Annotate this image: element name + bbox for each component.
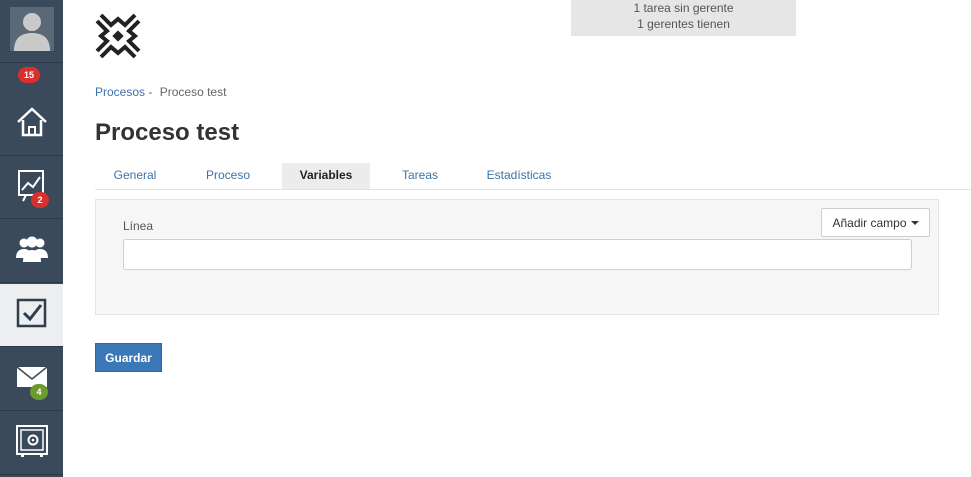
notice-line-1: 1 tarea sin gerente xyxy=(633,1,734,15)
save-button[interactable]: Guardar xyxy=(95,343,162,372)
reports-badge: 2 xyxy=(31,192,49,208)
tab-variables[interactable]: Variables xyxy=(282,163,370,189)
variables-panel: Añadir campo Línea xyxy=(95,199,939,315)
tab-general[interactable]: General xyxy=(95,163,175,189)
sidebar-item-messages[interactable]: 4 xyxy=(0,348,63,411)
notification-badge: 15 xyxy=(18,67,41,83)
tab-bar: General Proceso Variables Tareas Estadís… xyxy=(95,163,971,190)
unassigned-tasks-notice: 1 tarea sin gerente 1 gerentes tienen xyxy=(571,0,796,36)
checkbox-icon xyxy=(15,296,49,335)
safe-icon xyxy=(15,424,49,463)
tab-estadisticas[interactable]: Estadísticas xyxy=(475,163,563,189)
breadcrumb-current: Proceso test xyxy=(159,85,227,99)
breadcrumb-separator: - xyxy=(148,85,153,99)
chevron-down-icon xyxy=(910,220,919,225)
home-icon xyxy=(15,105,49,144)
users-icon xyxy=(15,234,49,269)
sidebar-item-reports[interactable]: 2 xyxy=(0,156,63,219)
add-field-label: Añadir campo xyxy=(832,215,907,230)
sidebar-item-groups[interactable] xyxy=(0,220,63,283)
notice-line-2: 1 gerentes tienen xyxy=(637,17,730,31)
sidebar-item-profile[interactable]: 15 xyxy=(0,0,63,83)
sidebar-item-tasks[interactable] xyxy=(0,284,63,347)
add-field-button[interactable]: Añadir campo xyxy=(821,208,930,237)
sidebar-item-vault[interactable] xyxy=(0,412,63,475)
breadcrumb: Procesos - Proceso test xyxy=(95,85,226,99)
sidebar-item-home[interactable] xyxy=(0,93,63,156)
company-logo xyxy=(93,11,143,61)
linea-field-label: Línea xyxy=(123,219,154,233)
tab-proceso[interactable]: Proceso xyxy=(188,163,268,189)
page-title: Proceso test xyxy=(95,119,240,146)
messages-badge: 4 xyxy=(30,384,48,400)
user-avatar-icon xyxy=(9,6,54,56)
linea-input[interactable] xyxy=(123,239,912,270)
sidebar: 15 2 4 xyxy=(0,0,63,477)
breadcrumb-link-procesos[interactable]: Procesos xyxy=(95,85,145,99)
tab-tareas[interactable]: Tareas xyxy=(380,163,460,189)
